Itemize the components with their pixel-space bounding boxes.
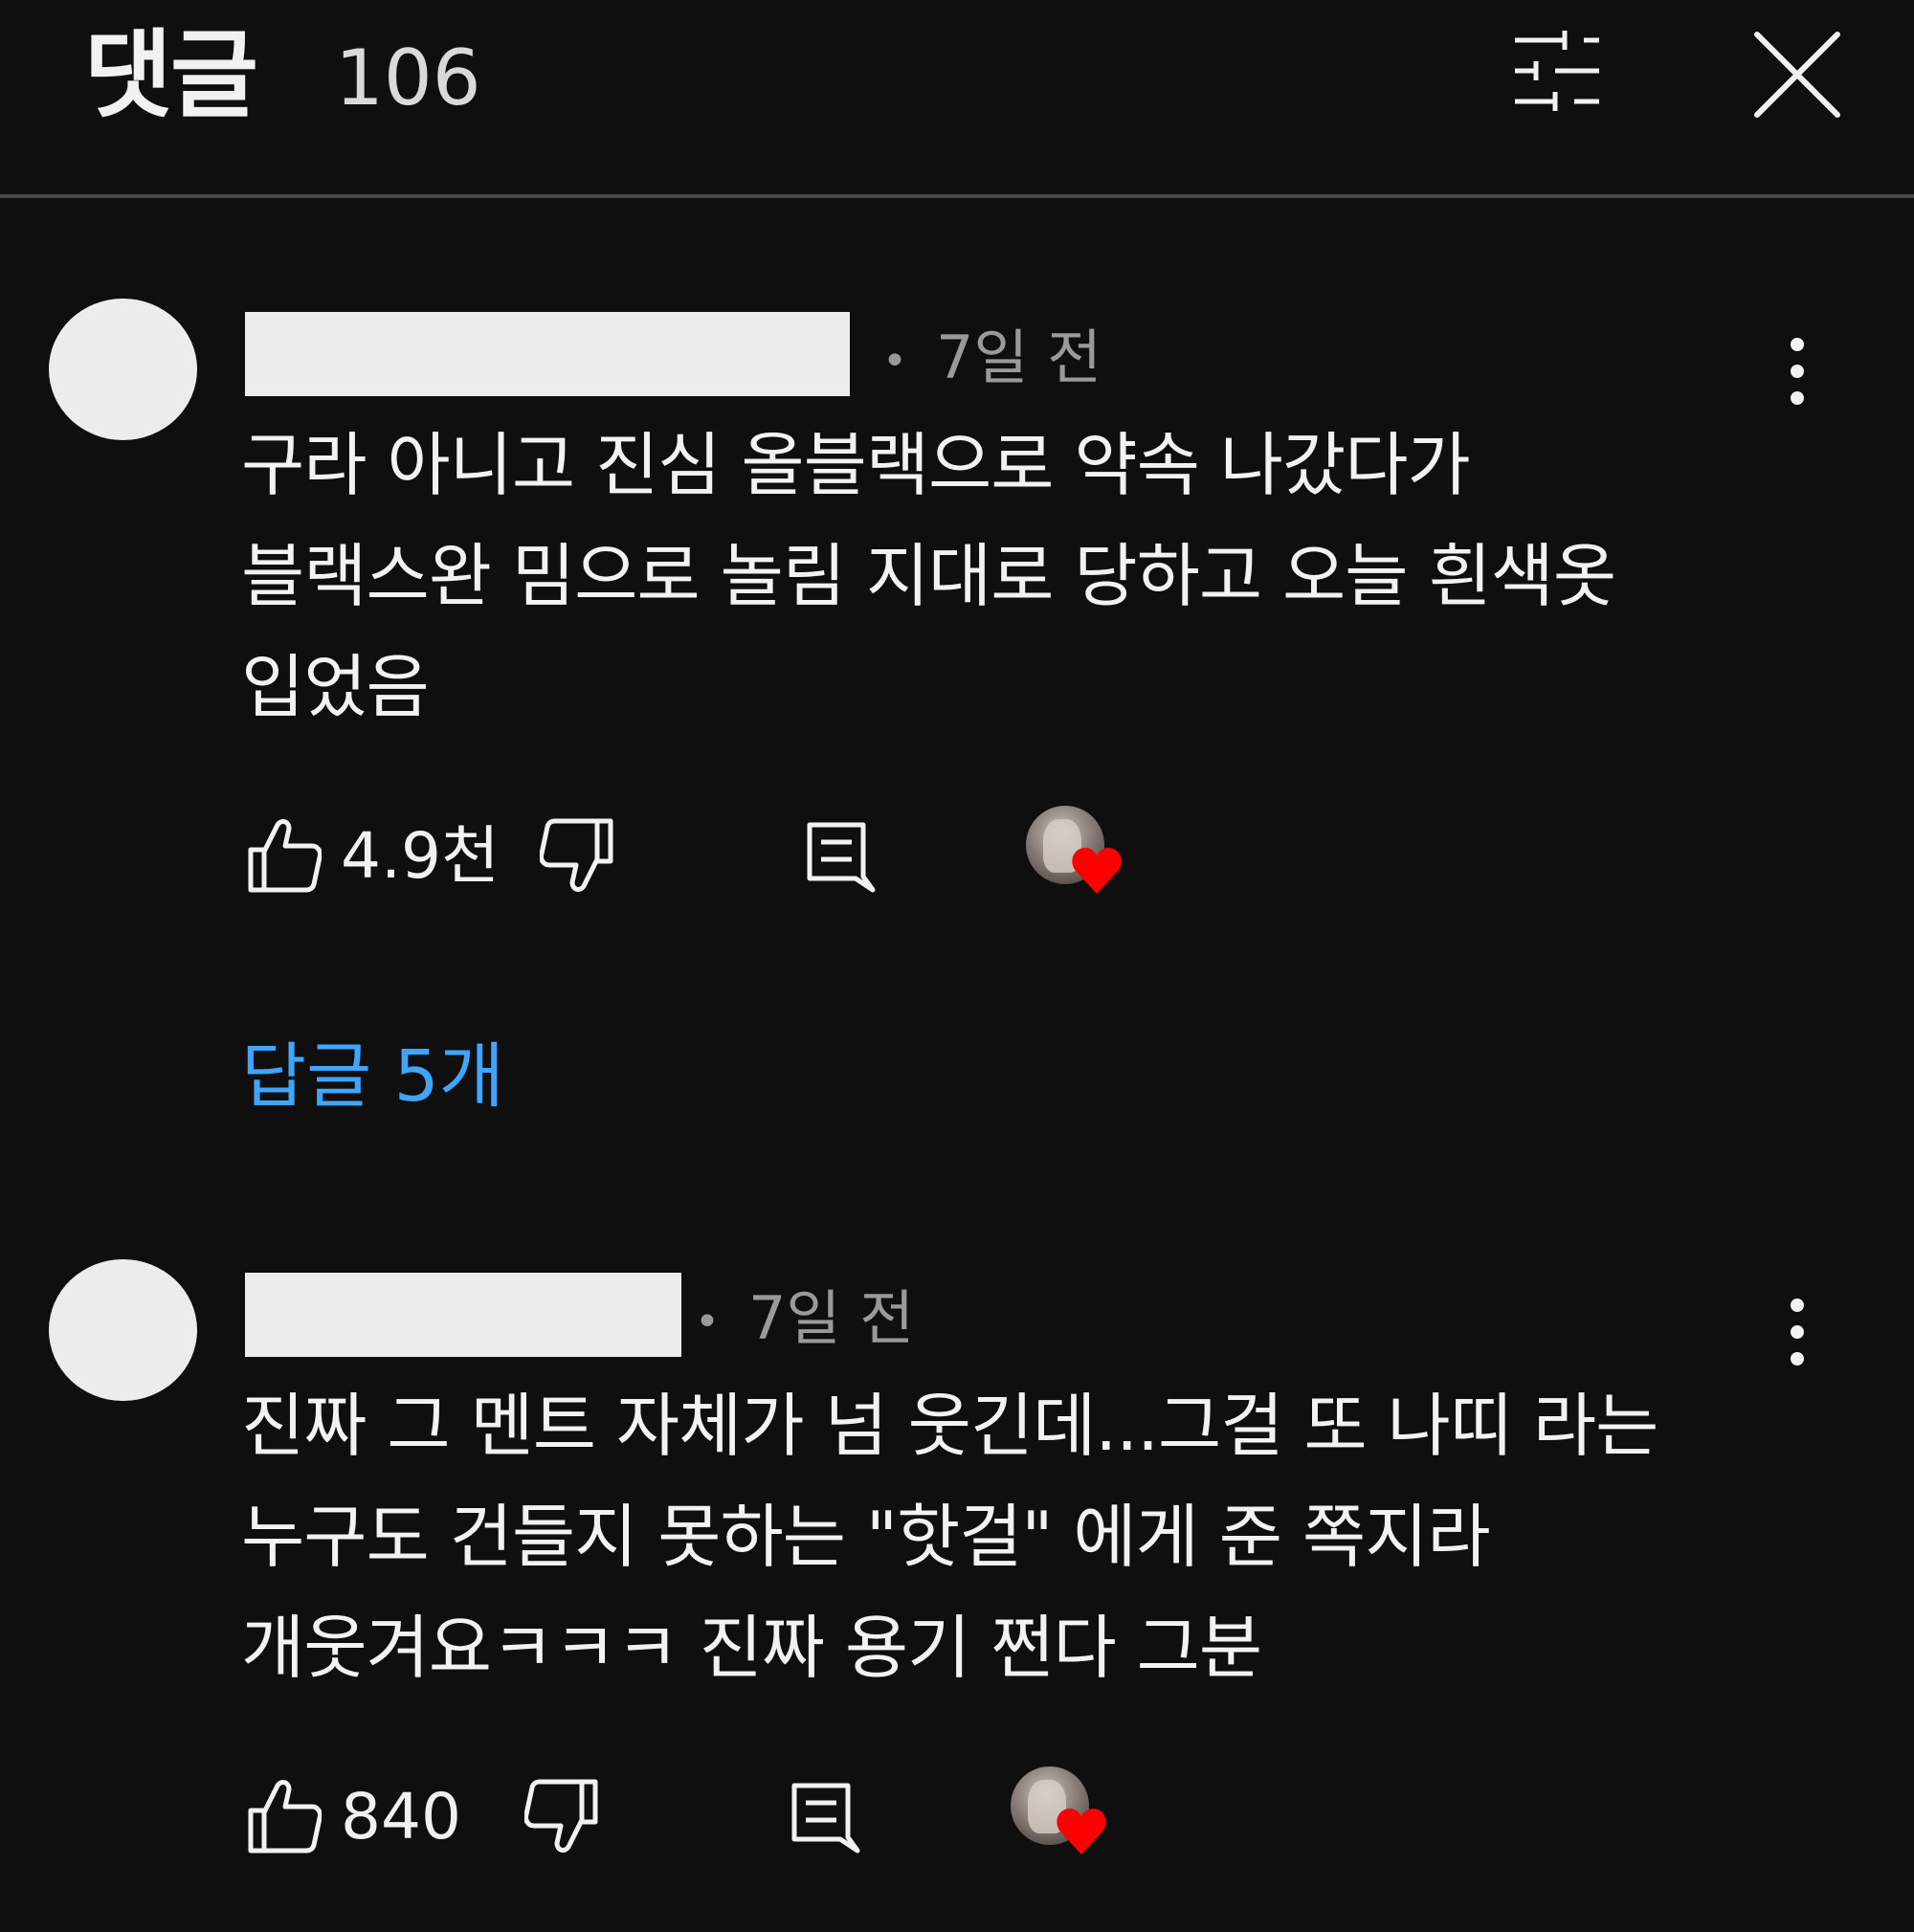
author-name-redacted[interactable] bbox=[245, 312, 850, 396]
comment-text: 진짜 그 멘트 자체가 넘 웃긴데...그걸 또 나띠 라는 누구도 건들지 못… bbox=[241, 1386, 1658, 1688]
comment-text: 구라 아니고 진심 올블랙으로 약속 나갔다가 블랙스완 밈으로 놀림 지대로 … bbox=[241, 425, 1616, 727]
comments-count: 106 bbox=[335, 33, 481, 122]
creator-heart-badge bbox=[1026, 806, 1131, 911]
comments-header: 댓글 106 bbox=[0, 0, 1914, 198]
comment-time: 7일 전 bbox=[935, 322, 1102, 392]
comment-meta: • 7일 전 bbox=[695, 1280, 914, 1361]
thumb-down-icon[interactable] bbox=[524, 1778, 601, 1854]
comment-actions: 4.9천 bbox=[245, 806, 1202, 903]
comments-title: 댓글 bbox=[84, 19, 258, 131]
replies-link[interactable]: 답글 5개 bbox=[241, 1024, 504, 1129]
more-vert-icon[interactable] bbox=[1780, 335, 1814, 408]
avatar[interactable] bbox=[49, 299, 197, 440]
heart-icon bbox=[1072, 848, 1122, 894]
thumb-up-icon[interactable] bbox=[245, 817, 322, 894]
reply-icon[interactable] bbox=[800, 817, 877, 894]
reply-icon[interactable] bbox=[785, 1778, 861, 1854]
close-icon[interactable] bbox=[1751, 29, 1843, 121]
author-name-redacted[interactable] bbox=[245, 1273, 681, 1357]
comment-meta: • 7일 전 bbox=[882, 320, 1102, 400]
comment-time: 7일 전 bbox=[747, 1283, 915, 1353]
separator-dot: • bbox=[695, 1297, 720, 1346]
creator-heart-badge bbox=[1011, 1766, 1116, 1872]
separator-dot: • bbox=[882, 336, 907, 386]
thumb-down-icon[interactable] bbox=[540, 817, 616, 894]
like-count: 840 bbox=[341, 1780, 461, 1854]
heart-icon bbox=[1057, 1809, 1106, 1854]
avatar[interactable] bbox=[49, 1259, 197, 1401]
like-count: 4.9천 bbox=[341, 819, 500, 893]
thumb-up-icon[interactable] bbox=[245, 1778, 322, 1854]
more-vert-icon[interactable] bbox=[1780, 1296, 1814, 1368]
comment-actions: 840 bbox=[245, 1766, 1202, 1864]
filter-icon[interactable] bbox=[1507, 29, 1603, 115]
